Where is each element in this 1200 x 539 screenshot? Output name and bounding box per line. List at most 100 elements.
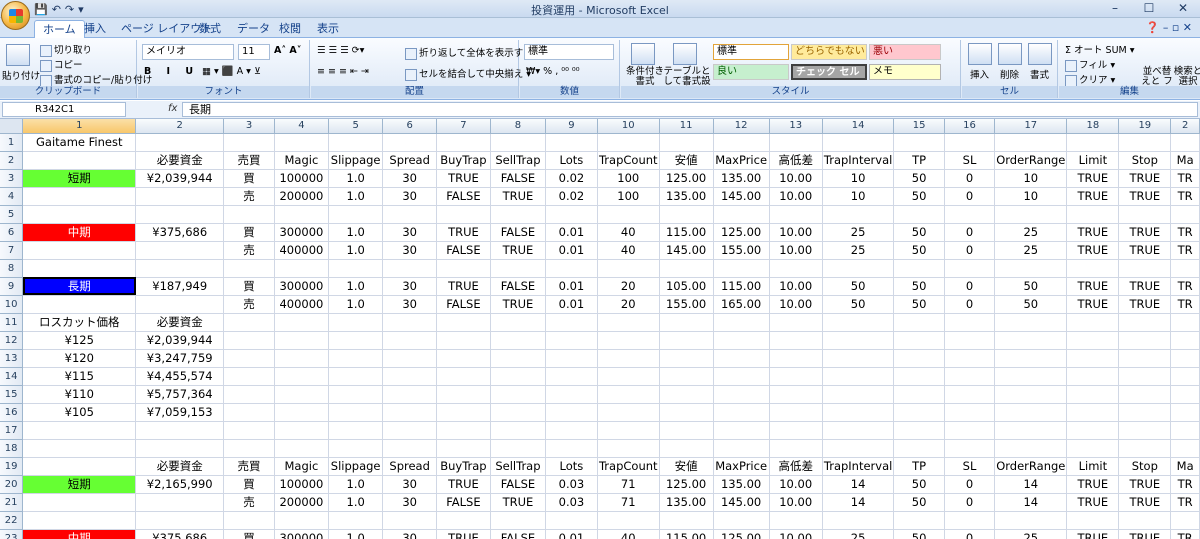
cell[interactable]: 買 (223, 169, 275, 188)
cell[interactable]: BuyTrap (436, 457, 492, 476)
cell[interactable] (135, 511, 225, 530)
cell[interactable] (436, 133, 492, 152)
cell[interactable]: 10.00 (769, 187, 823, 206)
cell[interactable] (822, 331, 895, 350)
cell[interactable]: TRUE (436, 529, 492, 539)
cell[interactable]: SellTrap (490, 457, 546, 476)
cell[interactable] (274, 367, 329, 386)
cell[interactable] (713, 133, 770, 152)
cell[interactable]: 40 (597, 223, 660, 242)
cell[interactable]: TR (1170, 241, 1200, 260)
cell[interactable] (22, 439, 137, 458)
row-header[interactable]: 1 (0, 133, 24, 152)
cell[interactable]: 50 (893, 295, 945, 314)
cell[interactable]: 155.00 (659, 295, 714, 314)
cell[interactable]: 145.00 (713, 187, 770, 206)
cell[interactable]: 0.01 (545, 223, 598, 242)
cell[interactable] (223, 349, 275, 368)
cell[interactable] (1118, 133, 1172, 152)
cell[interactable]: TR (1170, 169, 1200, 188)
cell[interactable]: 1.0 (328, 295, 384, 314)
delete-cells-button[interactable]: 削除 (1000, 67, 1019, 81)
cell[interactable]: 30 (382, 223, 437, 242)
cell[interactable] (1066, 259, 1120, 278)
cell[interactable] (135, 133, 225, 152)
cell[interactable] (769, 421, 823, 440)
cell[interactable] (328, 133, 384, 152)
column-header[interactable]: 13 (769, 119, 823, 134)
worksheet-grid[interactable]: 1 2 3 4 5 6 7 8 9 10 11 12 13 14 15 16 17 18 19 2 1 Gaitame F… (0, 119, 1200, 539)
cell[interactable] (994, 331, 1068, 350)
select-all-corner[interactable] (0, 119, 24, 134)
cell[interactable] (1170, 367, 1200, 386)
cell[interactable] (893, 331, 945, 350)
cell[interactable] (822, 349, 895, 368)
find-select-button[interactable]: 検索と 選択 (1173, 67, 1200, 87)
cell[interactable]: 50 (893, 169, 945, 188)
row-header[interactable]: 19 (0, 457, 24, 476)
cell[interactable] (328, 349, 384, 368)
cell[interactable]: TRUE (1118, 475, 1172, 494)
cell[interactable] (223, 421, 275, 440)
cell[interactable]: 165.00 (713, 295, 770, 314)
cell[interactable] (1118, 385, 1172, 404)
cell[interactable]: ¥2,039,944 (135, 169, 225, 188)
cell[interactable]: FALSE (436, 241, 492, 260)
cell[interactable] (274, 511, 329, 530)
cell[interactable] (769, 403, 823, 422)
cell[interactable] (893, 313, 945, 332)
cell[interactable]: 125.00 (659, 169, 714, 188)
cell[interactable] (382, 367, 437, 386)
office-button[interactable] (1, 1, 30, 30)
cell[interactable]: 50 (893, 277, 945, 296)
cell[interactable]: 50 (994, 295, 1068, 314)
cell[interactable] (135, 241, 225, 260)
cell[interactable]: 必要資金 (135, 457, 225, 476)
period-label-cell[interactable]: 短期 (22, 169, 137, 188)
cell[interactable]: 0.03 (545, 493, 598, 512)
column-header[interactable]: 16 (944, 119, 996, 134)
cell[interactable]: 400000 (274, 295, 329, 314)
cell[interactable]: TRUE (1118, 277, 1172, 296)
cell[interactable]: ¥3,247,759 (135, 349, 225, 368)
number-format-buttons[interactable]: ₩▾ % , ⁰⁰ ⁰⁰ (526, 66, 580, 77)
cell[interactable]: 1.0 (328, 529, 384, 539)
cell[interactable] (436, 367, 492, 386)
cell[interactable]: 30 (382, 169, 437, 188)
cell[interactable] (274, 313, 329, 332)
cell[interactable] (274, 421, 329, 440)
column-header[interactable]: 8 (490, 119, 546, 134)
cell[interactable]: 売 (223, 187, 275, 206)
cell[interactable] (545, 439, 598, 458)
row-header[interactable]: 22 (0, 511, 24, 530)
cell[interactable] (597, 439, 660, 458)
row-header[interactable]: 3 (0, 169, 24, 188)
cell[interactable] (223, 205, 275, 224)
column-header[interactable]: 11 (659, 119, 714, 134)
conditional-format-button[interactable]: 条件付き書式 (623, 67, 667, 87)
align-center-icons[interactable]: ≡ ≡ ≡ ⇤ ⇥ (317, 66, 369, 77)
cell[interactable] (659, 421, 714, 440)
cell[interactable]: 必要資金 (135, 151, 225, 170)
cell[interactable]: 売 (223, 241, 275, 260)
column-header[interactable]: 19 (1118, 119, 1172, 134)
cell[interactable]: 10 (822, 187, 895, 206)
font-name-select[interactable]: メイリオ (142, 44, 234, 60)
cell[interactable] (328, 439, 384, 458)
cell[interactable] (436, 511, 492, 530)
cell[interactable] (1170, 349, 1200, 368)
fill-button[interactable]: フィル ▾ (1065, 57, 1115, 72)
cell[interactable] (1118, 349, 1172, 368)
cell[interactable]: 高低差 (769, 457, 823, 476)
cell[interactable] (223, 133, 275, 152)
cell[interactable] (436, 421, 492, 440)
cell[interactable]: OrderRange (994, 457, 1068, 476)
cell[interactable]: ¥2,039,944 (135, 331, 225, 350)
cell[interactable]: 145.00 (713, 493, 770, 512)
cell[interactable] (274, 259, 329, 278)
cell[interactable]: 135.00 (713, 169, 770, 188)
cell[interactable]: 0.03 (545, 475, 598, 494)
cell[interactable]: 100000 (274, 475, 329, 494)
cell[interactable]: ¥120 (22, 349, 137, 368)
cell[interactable]: 14 (822, 493, 895, 512)
